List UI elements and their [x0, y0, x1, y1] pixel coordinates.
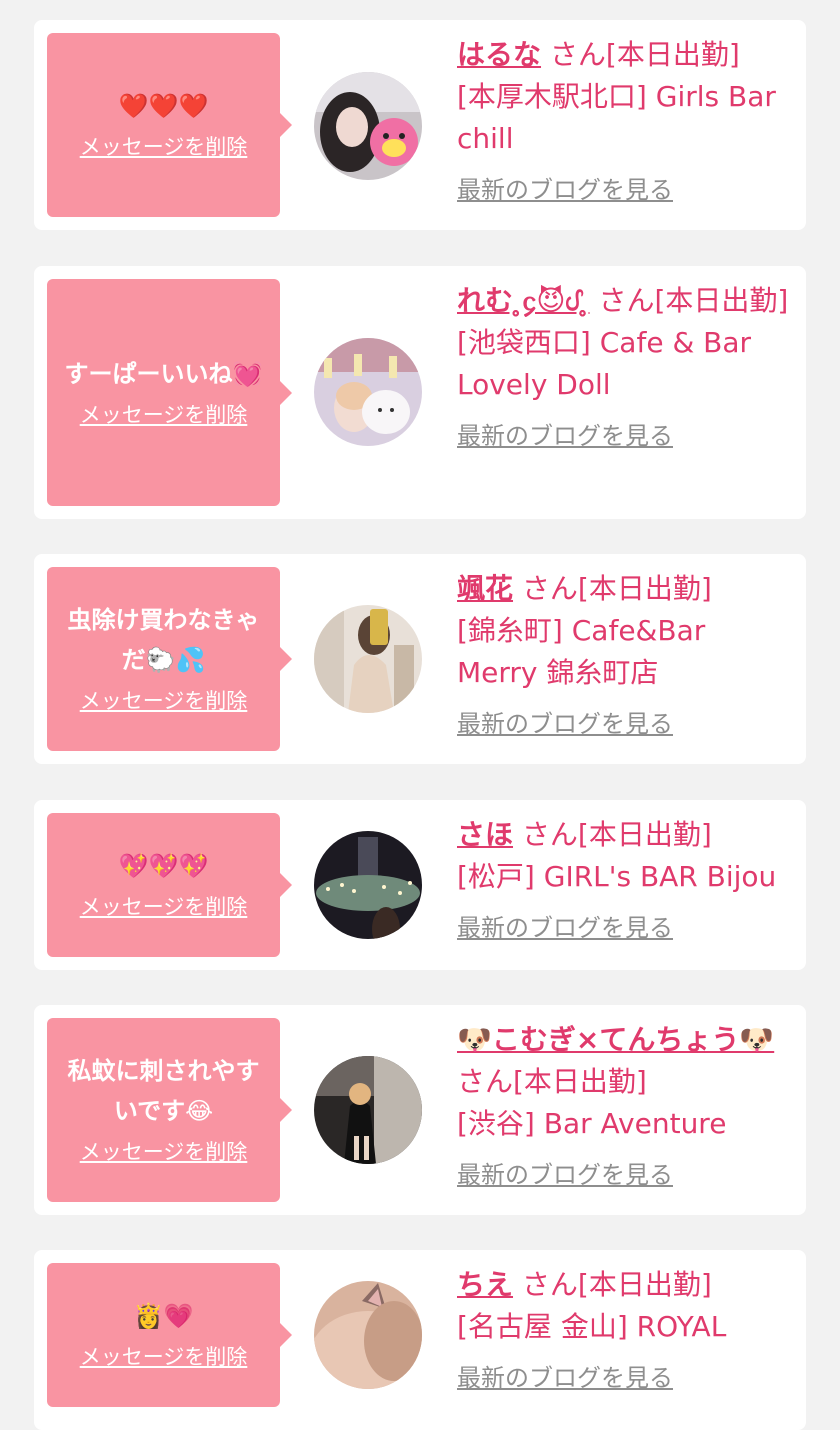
latest-blog-link[interactable]: 最新のブログを見る — [457, 1157, 790, 1193]
list-item: すーぱーいいね💓 メッセージを削除 れむ ̥̥᧔😈ᦔ ̥̥ さん[本日出勤] [… — [34, 266, 806, 519]
avatar[interactable] — [314, 338, 422, 446]
list-item: 私蚊に刺されやすいです😂 メッセージを削除 🐶こむぎ×てんちょう🐶 さん[本日出… — [34, 1005, 806, 1215]
shop-name: [池袋西口] Cafe & Bar Lovely Doll — [457, 326, 752, 401]
latest-blog-link[interactable]: 最新のブログを見る — [457, 910, 790, 946]
message-text: 💖💖💖 — [118, 852, 209, 880]
girl-with-cartoon-sticker-photo-icon — [314, 72, 422, 180]
avatar[interactable] — [314, 605, 422, 713]
latest-blog-link[interactable]: 最新のブログを見る — [457, 418, 790, 454]
cast-name-link[interactable]: はるな — [457, 38, 541, 71]
cast-status: さん[本日出勤] — [521, 1268, 712, 1301]
shop-name: [松戸] GIRL's BAR Bijou — [457, 860, 777, 893]
cast-name-link[interactable]: さほ — [457, 818, 513, 851]
cast-info: 颯花 さん[本日出勤] [錦糸町] Cafe&Bar Merry 錦糸町店 最新… — [457, 568, 790, 742]
message-bubble: 私蚊に刺されやすいです😂 メッセージを削除 — [47, 1018, 292, 1202]
avatar[interactable] — [314, 1281, 422, 1389]
latest-blog-link[interactable]: 最新のブログを見る — [457, 1360, 790, 1396]
latest-blog-link[interactable]: 最新のブログを見る — [457, 706, 790, 742]
cast-status: さん[本日出勤] — [521, 572, 712, 605]
cast-name-link[interactable]: れむ ̥̥᧔😈ᦔ ̥̥ — [457, 284, 590, 317]
avatar[interactable] — [314, 1056, 422, 1164]
cast-status: さん[本日出勤] — [457, 1065, 647, 1098]
cast-name-link[interactable]: 🐶こむぎ×てんちょう🐶 — [457, 1023, 774, 1056]
avatar[interactable] — [314, 72, 422, 180]
delete-message-link[interactable]: メッセージを削除 — [80, 1135, 248, 1169]
message-text: 私蚊に刺されやすいです😂 — [67, 1057, 260, 1125]
cast-info: れむ ̥̥᧔😈ᦔ ̥̥ さん[本日出勤] [池袋西口] Cafe & Bar L… — [457, 280, 790, 454]
delete-message-link[interactable]: メッセージを削除 — [80, 398, 248, 432]
message-list: ❤️❤️❤️ メッセージを削除 はるな さん[本日出勤] [本厚木駅北口] Gi… — [0, 0, 840, 1430]
girl-with-plush-photo-icon — [314, 338, 422, 446]
shop-name: [名古屋 金山] ROYAL — [457, 1310, 727, 1343]
cast-status: さん[本日出勤] — [598, 284, 789, 317]
shop-name: [渋谷] Bar Aventure — [457, 1107, 727, 1140]
cast-info: ちえ さん[本日出勤] [名古屋 金山] ROYAL 最新のブログを見る — [457, 1264, 790, 1396]
cast-name-link[interactable]: ちえ — [457, 1268, 513, 1301]
delete-message-link[interactable]: メッセージを削除 — [80, 1340, 248, 1374]
mirror-selfie-photo-icon — [314, 605, 422, 713]
message-bubble: 💖💖💖 メッセージを削除 — [47, 813, 292, 957]
latest-blog-link[interactable]: 最新のブログを見る — [457, 172, 790, 208]
message-bubble: ❤️❤️❤️ メッセージを削除 — [47, 33, 292, 217]
dog-face-portrait-photo-icon — [314, 1056, 422, 1164]
delete-message-link[interactable]: メッセージを削除 — [80, 890, 248, 924]
message-text: 虫除け買わなきゃだ🐑💦 — [67, 606, 260, 674]
list-item: 虫除け買わなきゃだ🐑💦 メッセージを削除 颯花 さん[本日出勤] [錦糸町] C… — [34, 554, 806, 764]
list-item: 👸💗 メッセージを削除 ちえ さん[本日出勤] [名古屋 金山] ROYAL 最… — [34, 1250, 806, 1430]
cast-info: さほ さん[本日出勤] [松戸] GIRL's BAR Bijou 最新のブログ… — [457, 814, 790, 946]
message-bubble: 👸💗 メッセージを削除 — [47, 1263, 292, 1407]
cast-name-link[interactable]: 颯花 — [457, 572, 513, 605]
shop-name: [本厚木駅北口] Girls Bar chill — [457, 80, 776, 155]
cast-info: 🐶こむぎ×てんちょう🐶 さん[本日出勤] [渋谷] Bar Aventure 最… — [457, 1019, 790, 1193]
message-text: ❤️❤️❤️ — [118, 92, 209, 120]
message-bubble: すーぱーいいね💓 メッセージを削除 — [47, 279, 292, 506]
delete-message-link[interactable]: メッセージを削除 — [80, 130, 248, 164]
cast-info: はるな さん[本日出勤] [本厚木駅北口] Girls Bar chill 最新… — [457, 34, 790, 208]
list-item: 💖💖💖 メッセージを削除 さほ さん[本日出勤] [松戸] GIRL's BAR… — [34, 800, 806, 970]
message-text: 👸💗 — [133, 1302, 194, 1330]
night-illumination-photo-icon — [314, 831, 422, 939]
cat-ear-headband-photo-icon — [314, 1281, 422, 1389]
avatar[interactable] — [314, 831, 422, 939]
list-item: ❤️❤️❤️ メッセージを削除 はるな さん[本日出勤] [本厚木駅北口] Gi… — [34, 20, 806, 230]
message-text: すーぱーいいね💓 — [64, 359, 263, 388]
message-bubble: 虫除け買わなきゃだ🐑💦 メッセージを削除 — [47, 567, 292, 751]
cast-status: さん[本日出勤] — [521, 818, 712, 851]
delete-message-link[interactable]: メッセージを削除 — [80, 684, 248, 718]
cast-status: さん[本日出勤] — [549, 38, 740, 71]
shop-name: [錦糸町] Cafe&Bar Merry 錦糸町店 — [457, 614, 706, 689]
